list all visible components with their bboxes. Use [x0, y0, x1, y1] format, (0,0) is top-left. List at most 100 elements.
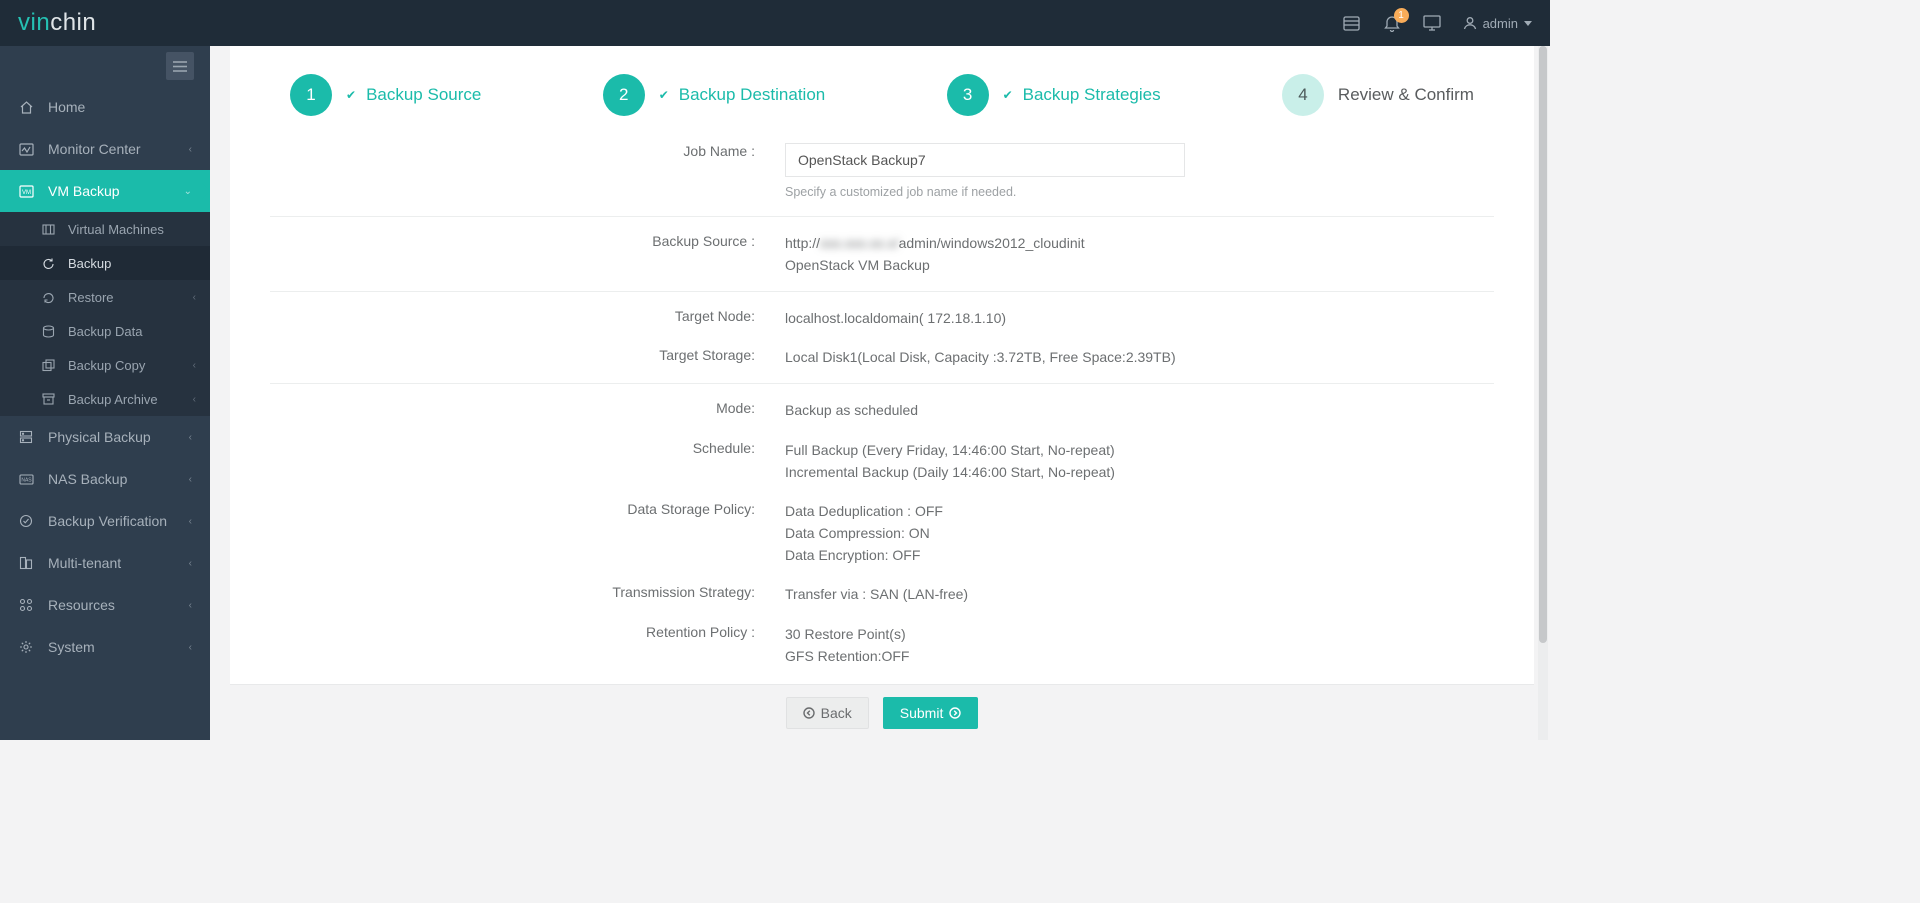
sidebar-item-system[interactable]: System ‹: [0, 626, 210, 668]
sidebar-item-resources[interactable]: Resources ‹: [0, 584, 210, 626]
submit-button[interactable]: Submit: [883, 697, 979, 729]
sidebar-item-home[interactable]: Home: [0, 86, 210, 128]
chevron-left-icon: ‹: [189, 432, 192, 443]
check-icon: ✔: [1003, 88, 1013, 102]
sidebar-item-label: Physical Backup: [48, 429, 151, 445]
label-job-name: Job Name :: [230, 143, 785, 202]
list-icon[interactable]: [1343, 14, 1361, 32]
sidebar-item-monitor-center[interactable]: Monitor Center ‹: [0, 128, 210, 170]
chevron-left-icon: ‹: [189, 558, 192, 569]
separator: [270, 216, 1494, 217]
bell-badge: 1: [1394, 8, 1409, 23]
arrow-left-icon: [803, 707, 815, 719]
user-icon: [1463, 16, 1477, 30]
row-target-storage: Target Storage: Local Disk1(Local Disk, …: [230, 337, 1534, 377]
label-target-node: Target Node:: [230, 308, 785, 330]
sidebar-sub-backup[interactable]: Backup: [0, 246, 210, 280]
check-icon: ✔: [659, 88, 669, 102]
sidebar-item-physical-backup[interactable]: Physical Backup ‹: [0, 416, 210, 458]
server-icon: [18, 430, 34, 444]
chevron-left-icon: ‹: [193, 292, 196, 303]
step-label: ✔Backup Destination: [659, 85, 826, 105]
wizard-footer: Back Submit: [230, 684, 1534, 740]
sidebar-sub-virtual-machines[interactable]: Virtual Machines: [0, 212, 210, 246]
step-label: ✔Backup Strategies: [1003, 85, 1161, 105]
separator: [270, 383, 1494, 384]
wizard-step-4[interactable]: 4 Review & Confirm: [1282, 74, 1474, 116]
sidebar-item-label: NAS Backup: [48, 471, 127, 487]
wizard-step-1[interactable]: 1 ✔Backup Source: [290, 74, 481, 116]
sidebar-sub-label: Backup: [68, 256, 111, 271]
chevron-left-icon: ‹: [189, 600, 192, 611]
vm-icon: [40, 224, 56, 235]
wizard-step-3[interactable]: 3 ✔Backup Strategies: [947, 74, 1161, 116]
sidebar-sub-backup-archive[interactable]: Backup Archive ‹: [0, 382, 210, 416]
wizard-step-2[interactable]: 2 ✔Backup Destination: [603, 74, 826, 116]
brand-accent: vin: [18, 9, 50, 36]
nas-icon: NAS: [18, 474, 34, 485]
step-circle: 1: [290, 74, 332, 116]
sidebar-sub-backup-copy[interactable]: Backup Copy ‹: [0, 348, 210, 382]
value-job-name: Specify a customized job name if needed.: [785, 143, 1534, 202]
vm-backup-icon: VM: [18, 185, 34, 198]
value-dsp: Data Deduplication : OFF Data Compressio…: [785, 501, 1534, 566]
sidebar-sub-label: Virtual Machines: [68, 222, 164, 237]
step-circle: 3: [947, 74, 989, 116]
sidebar-item-label: Monitor Center: [48, 141, 141, 157]
chevron-down-icon: [1524, 21, 1532, 26]
user-menu[interactable]: admin: [1463, 16, 1532, 31]
sidebar-sub-restore[interactable]: Restore ‹: [0, 280, 210, 314]
sidebar-item-label: Home: [48, 99, 85, 115]
sidebar: Home Monitor Center ‹ VM VM Backup ⌄ Vir…: [0, 46, 210, 740]
chevron-left-icon: ‹: [189, 642, 192, 653]
label-target-storage: Target Storage:: [230, 347, 785, 369]
sidebar-item-label: Multi-tenant: [48, 555, 121, 571]
sidebar-sub-label: Backup Archive: [68, 392, 158, 407]
value-trans: Transfer via : SAN (LAN-free): [785, 584, 1534, 606]
chevron-left-icon: ‹: [193, 394, 196, 405]
chevron-left-icon: ‹: [189, 474, 192, 485]
main: 1 ✔Backup Source 2 ✔Backup Destination 3…: [210, 46, 1550, 740]
sidebar-sub-backup-data[interactable]: Backup Data: [0, 314, 210, 348]
monitor-center-icon: [18, 143, 34, 156]
label-trans: Transmission Strategy:: [230, 584, 785, 606]
sidebar-submenu-vm-backup: Virtual Machines Backup Restore ‹ Backup…: [0, 212, 210, 416]
row-schedule: Schedule: Full Backup (Every Friday, 14:…: [230, 430, 1534, 491]
arrow-right-icon: [949, 707, 961, 719]
home-icon: [18, 100, 34, 114]
redacted-host: xxx.xxx.xx.x/: [820, 233, 899, 255]
backup-icon: [40, 257, 56, 270]
sidebar-item-vm-backup[interactable]: VM VM Backup ⌄: [0, 170, 210, 212]
value-retention: 30 Restore Point(s) GFS Retention:OFF: [785, 624, 1534, 667]
scrollbar-thumb[interactable]: [1539, 46, 1547, 643]
value-backup-source: http://xxx.xxx.xx.x/admin/windows2012_cl…: [785, 233, 1534, 276]
row-data-storage-policy: Data Storage Policy: Data Deduplication …: [230, 491, 1534, 574]
sidebar-toggle[interactable]: [166, 52, 194, 80]
topbar: vinchin 1 admin: [0, 0, 1550, 46]
step-label: ✔Backup Source: [346, 85, 481, 105]
sidebar-item-label: Resources: [48, 597, 115, 613]
monitor-icon[interactable]: [1423, 14, 1441, 32]
sidebar-toggle-row: [0, 46, 210, 86]
value-mode: Backup as scheduled: [785, 400, 1534, 422]
tenant-icon: [18, 556, 34, 570]
row-job-name: Job Name : Specify a customized job name…: [230, 133, 1534, 210]
form-area[interactable]: Job Name : Specify a customized job name…: [230, 132, 1534, 684]
sidebar-item-nas-backup[interactable]: NAS NAS Backup ‹: [0, 458, 210, 500]
back-button[interactable]: Back: [786, 697, 869, 729]
brand-rest: chin: [50, 9, 96, 36]
label-dsp: Data Storage Policy:: [230, 501, 785, 566]
chevron-left-icon: ‹: [193, 360, 196, 371]
content-panel: 1 ✔Backup Source 2 ✔Backup Destination 3…: [230, 46, 1534, 740]
value-target-storage: Local Disk1(Local Disk, Capacity :3.72TB…: [785, 347, 1534, 369]
sidebar-item-multi-tenant[interactable]: Multi-tenant ‹: [0, 542, 210, 584]
sidebar-item-label: System: [48, 639, 95, 655]
chevron-left-icon: ‹: [189, 516, 192, 527]
topbar-right: 1 admin: [1343, 14, 1532, 32]
sidebar-item-backup-verification[interactable]: Backup Verification ‹: [0, 500, 210, 542]
page-scrollbar[interactable]: [1538, 46, 1548, 740]
bell-icon[interactable]: 1: [1383, 14, 1401, 32]
sidebar-item-label: Backup Verification: [48, 513, 167, 529]
job-name-input[interactable]: [785, 143, 1185, 177]
row-backup-source: Backup Source : http://xxx.xxx.xx.x/admi…: [230, 223, 1534, 284]
